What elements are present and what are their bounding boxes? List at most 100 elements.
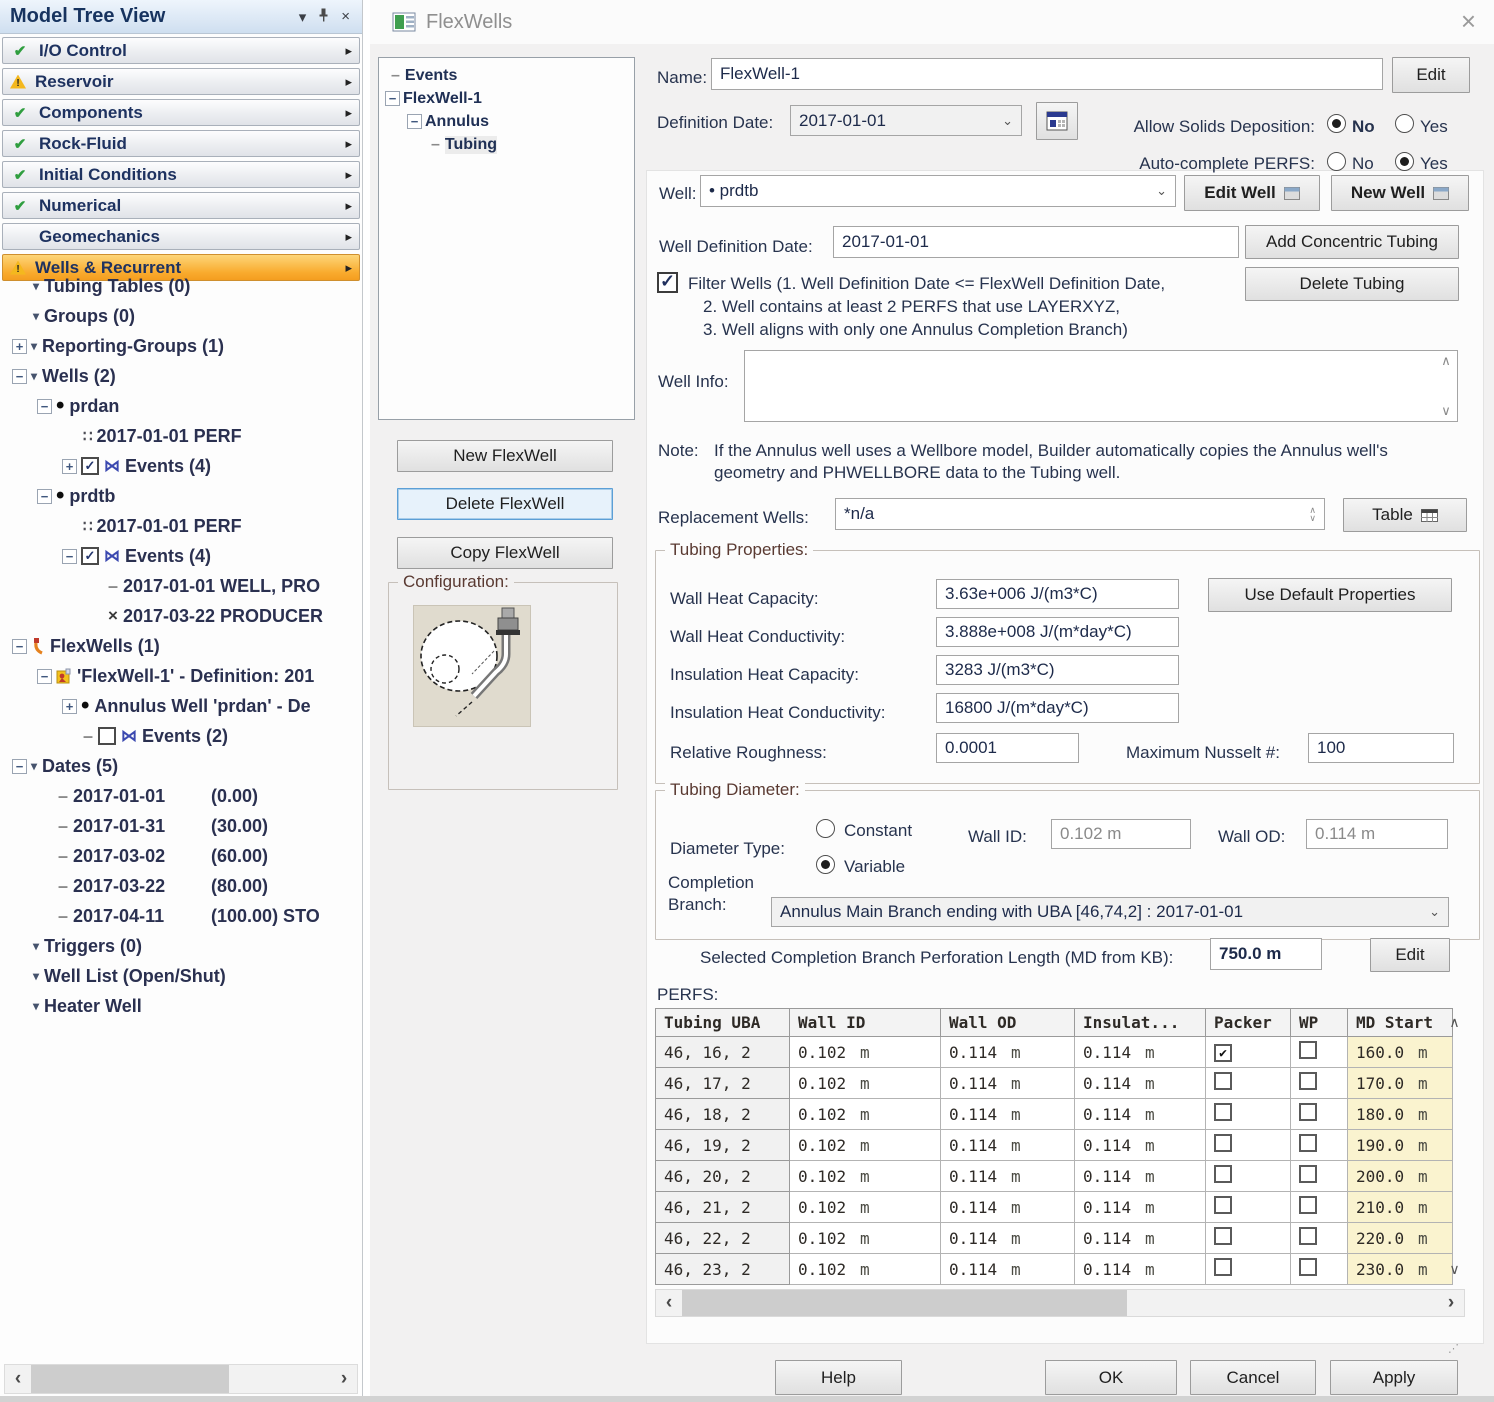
- tree-item[interactable]: − Annulus: [379, 110, 634, 133]
- allow-solids-no-radio[interactable]: [1327, 114, 1346, 133]
- cell-tubing-uba[interactable]: 46, 20, 2: [656, 1161, 790, 1192]
- cell-md-start[interactable]: 170.0m: [1348, 1068, 1453, 1099]
- chevron-down-icon[interactable]: ▾: [299, 8, 307, 26]
- cell-wall-od[interactable]: 0.114m: [941, 1161, 1075, 1192]
- cell-insulat[interactable]: 0.114m: [1075, 1192, 1206, 1223]
- delete-tubing-button[interactable]: Delete Tubing: [1245, 267, 1459, 301]
- cell-tubing-uba[interactable]: 46, 16, 2: [656, 1037, 790, 1068]
- packer-checkbox[interactable]: [1214, 1072, 1232, 1090]
- wall-id-input[interactable]: 0.102 m: [1051, 819, 1191, 849]
- collapse-icon[interactable]: −: [12, 759, 27, 774]
- cell-wall-od[interactable]: 0.114m: [941, 1068, 1075, 1099]
- collapse-icon[interactable]: −: [37, 669, 52, 684]
- cell-wall-id[interactable]: 0.102m: [790, 1192, 941, 1223]
- pin-icon[interactable]: [318, 8, 329, 26]
- scrollbar-thumb[interactable]: [682, 1290, 1127, 1316]
- insulation-heat-conductivity-input[interactable]: 16800 J/(m*day*C): [936, 693, 1179, 723]
- tree-item[interactable]: −▾Wells (2): [0, 361, 362, 391]
- arrow-right-icon[interactable]: ▸: [345, 167, 352, 183]
- expand-icon[interactable]: +: [12, 339, 27, 354]
- cell-wall-od[interactable]: 0.114m: [941, 1037, 1075, 1068]
- dialog-titlebar[interactable]: FlexWells ×: [370, 0, 1494, 44]
- delete-flexwell-button[interactable]: Delete FlexWell: [397, 488, 613, 520]
- wall-od-input[interactable]: 0.114 m: [1306, 819, 1448, 849]
- completion-branch-select[interactable]: Annulus Main Branch ending with UBA [46,…: [771, 897, 1449, 927]
- tree-item[interactable]: –2017-01-31(30.00): [0, 811, 362, 841]
- cell-wall-od[interactable]: 0.114m: [941, 1223, 1075, 1254]
- arrow-right-icon[interactable]: ▸: [345, 43, 352, 59]
- tree-item[interactable]: ▾Tubing Tables (0): [0, 271, 362, 301]
- cell-tubing-uba[interactable]: 46, 17, 2: [656, 1068, 790, 1099]
- collapse-icon[interactable]: −: [62, 549, 77, 564]
- perfs-row[interactable]: 46, 23, 20.102m0.114m0.114m230.0m: [656, 1254, 1453, 1285]
- edit-well-button[interactable]: Edit Well: [1184, 175, 1320, 211]
- table-button[interactable]: Table: [1343, 498, 1467, 532]
- perfs-vertical-scrollbar[interactable]: ∧ ∨: [1446, 1008, 1463, 1286]
- col-packer[interactable]: Packer: [1206, 1009, 1291, 1037]
- wall-heat-capacity-input[interactable]: 3.63e+006 J/(m3*C): [936, 579, 1179, 609]
- cell-insulat[interactable]: 0.114m: [1075, 1037, 1206, 1068]
- scroll-up-icon[interactable]: ∧: [1441, 353, 1451, 369]
- diameter-constant-radio[interactable]: [816, 819, 835, 838]
- name-input[interactable]: FlexWell-1: [711, 58, 1383, 90]
- perfs-table[interactable]: Tubing UBA Wall ID Wall OD Insulat... Pa…: [655, 1008, 1453, 1285]
- cell-tubing-uba[interactable]: 46, 23, 2: [656, 1254, 790, 1285]
- packer-checkbox[interactable]: [1214, 1196, 1232, 1214]
- scroll-right-icon[interactable]: ›: [1438, 1292, 1464, 1314]
- tree-item[interactable]: –2017-03-02(60.00): [0, 841, 362, 871]
- cell-insulat[interactable]: 0.114m: [1075, 1254, 1206, 1285]
- tree-item[interactable]: –2017-01-01 WELL, PRO: [0, 571, 362, 601]
- tree-item[interactable]: –2017-03-22(80.00): [0, 871, 362, 901]
- relative-roughness-input[interactable]: 0.0001: [936, 733, 1079, 763]
- use-default-properties-button[interactable]: Use Default Properties: [1208, 578, 1452, 612]
- arrow-right-icon[interactable]: ▸: [345, 105, 352, 121]
- expand-icon[interactable]: +: [62, 699, 77, 714]
- scroll-down-icon[interactable]: ∨: [1449, 1261, 1459, 1278]
- packer-checkbox[interactable]: [1214, 1165, 1232, 1183]
- col-tubing-uba[interactable]: Tubing UBA: [656, 1009, 790, 1037]
- cell-wall-od[interactable]: 0.114m: [941, 1254, 1075, 1285]
- tree-item[interactable]: −•prdan: [0, 391, 362, 421]
- autocomplete-yes-radio[interactable]: [1395, 152, 1414, 171]
- help-button[interactable]: Help: [775, 1360, 902, 1395]
- section-row[interactable]: I/O Control ▸: [2, 37, 360, 64]
- perfs-row[interactable]: 46, 19, 20.102m0.114m0.114m190.0m: [656, 1130, 1453, 1161]
- event-checkbox[interactable]: [98, 727, 116, 745]
- scroll-left-icon[interactable]: ‹: [5, 1368, 31, 1390]
- packer-checkbox[interactable]: [1214, 1103, 1232, 1121]
- tree-item[interactable]: −⋈Events (4): [0, 541, 362, 571]
- perfs-row[interactable]: 46, 17, 20.102m0.114m0.114m170.0m: [656, 1068, 1453, 1099]
- tree-item[interactable]: −'FlexWell-1' - Definition: 201: [0, 661, 362, 691]
- well-info-textarea[interactable]: ∧∨: [744, 350, 1458, 422]
- maximum-nusselt-input[interactable]: 100: [1308, 733, 1454, 763]
- perfs-horizontal-scrollbar[interactable]: ‹ ›: [655, 1289, 1465, 1317]
- close-icon[interactable]: ×: [341, 8, 350, 25]
- col-insulation[interactable]: Insulat...: [1075, 1009, 1206, 1037]
- spinner-icon[interactable]: ∧∨: [1309, 506, 1316, 522]
- tree-item[interactable]: −•prdtb: [0, 481, 362, 511]
- allow-solids-yes-radio[interactable]: [1395, 114, 1414, 133]
- perfs-row[interactable]: 46, 21, 20.102m0.114m0.114m210.0m: [656, 1192, 1453, 1223]
- flexwell-tree[interactable]: – Events − FlexWell-1 − Annulus – Tubing: [378, 57, 635, 420]
- tree-item[interactable]: ▾Well List (Open/Shut): [0, 961, 362, 991]
- packer-checkbox[interactable]: [1214, 1258, 1232, 1276]
- cell-wall-id[interactable]: 0.102m: [790, 1161, 941, 1192]
- perfs-row[interactable]: 46, 18, 20.102m0.114m0.114m180.0m: [656, 1099, 1453, 1130]
- tree-item[interactable]: –⋈Events (2): [0, 721, 362, 751]
- cell-tubing-uba[interactable]: 46, 19, 2: [656, 1130, 790, 1161]
- tree-item[interactable]: ▾Groups (0): [0, 301, 362, 331]
- packer-checkbox[interactable]: [1214, 1134, 1232, 1152]
- cell-md-start[interactable]: 220.0m: [1348, 1223, 1453, 1254]
- new-flexwell-button[interactable]: New FlexWell: [397, 440, 613, 472]
- cancel-button[interactable]: Cancel: [1190, 1360, 1316, 1395]
- filter-wells-checkbox[interactable]: [657, 272, 678, 293]
- tree-item[interactable]: – Events: [379, 64, 634, 87]
- scrollbar-thumb[interactable]: [31, 1365, 229, 1393]
- cell-wall-id[interactable]: 0.102m: [790, 1223, 941, 1254]
- section-row[interactable]: Geomechanics ▸: [2, 223, 360, 250]
- copy-flexwell-button[interactable]: Copy FlexWell: [397, 537, 613, 569]
- section-row[interactable]: Rock-Fluid ▸: [2, 130, 360, 157]
- dialog-close-icon[interactable]: ×: [1461, 6, 1476, 37]
- horizontal-scrollbar[interactable]: ‹ ›: [4, 1364, 358, 1394]
- resize-grip[interactable]: ⋰: [1448, 1342, 1460, 1355]
